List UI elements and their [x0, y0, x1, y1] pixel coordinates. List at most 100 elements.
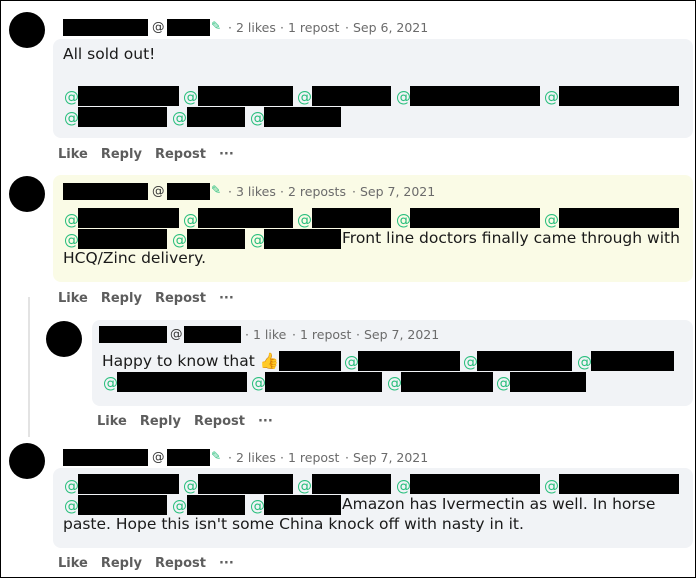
more-options-button[interactable]: ··· — [258, 414, 273, 429]
like-button[interactable]: Like — [58, 291, 88, 306]
mention-at[interactable]: @ — [396, 477, 411, 495]
mention-at[interactable]: @ — [64, 497, 79, 515]
comment-text: Front line doctors finally came through … — [342, 229, 680, 247]
mention-at[interactable]: @ — [396, 211, 411, 229]
repost-button[interactable]: Repost — [155, 556, 206, 571]
redacted-mention — [187, 229, 245, 249]
comment-text: Amazon has Ivermectin as well. In horse — [342, 495, 656, 513]
mention-at[interactable]: @ — [544, 477, 559, 495]
redacted-mention — [78, 229, 167, 249]
mention-at[interactable]: @ — [183, 477, 198, 495]
mention-at[interactable]: @ — [172, 497, 187, 515]
reply-button[interactable]: Reply — [101, 291, 142, 306]
mention-at[interactable]: @ — [344, 353, 359, 371]
mention-at[interactable]: @ — [172, 231, 187, 249]
repost-button[interactable]: Repost — [155, 291, 206, 306]
more-options-button[interactable]: ··· — [219, 556, 234, 571]
pin-icon: ✎ — [211, 19, 222, 33]
redacted-mention — [78, 495, 167, 515]
more-options-button[interactable]: ··· — [219, 291, 234, 306]
redacted-mention — [312, 86, 391, 106]
pin-icon: ✎ — [211, 449, 222, 463]
redacted-mention — [591, 351, 674, 371]
redacted-mention — [198, 208, 293, 228]
reposts-count[interactable]: · 1 repost — [292, 327, 351, 342]
redacted-mention — [559, 474, 679, 494]
repost-button[interactable]: Repost — [155, 147, 206, 162]
likes-count[interactable]: · 3 likes — [228, 184, 276, 199]
reposts-count[interactable]: · 1 repost — [280, 20, 339, 35]
more-options-button[interactable]: ··· — [219, 147, 234, 162]
redacted-mention — [187, 495, 245, 515]
reply-button[interactable]: Reply — [101, 556, 142, 571]
mention-at[interactable]: @ — [297, 211, 312, 229]
redacted-mention — [312, 474, 391, 494]
handle-at: @ — [152, 449, 165, 464]
comment-actions: Like Reply Repost ··· — [97, 414, 286, 429]
avatar[interactable] — [9, 443, 45, 479]
redacted-mention — [312, 208, 391, 228]
mention-at[interactable]: @ — [297, 88, 312, 106]
likes-count[interactable]: · 2 likes — [228, 450, 276, 465]
mention-at[interactable]: @ — [544, 211, 559, 229]
mention-at[interactable]: @ — [463, 353, 478, 371]
redacted-handle — [184, 326, 241, 343]
comment-date: · Sep 7, 2021 — [356, 327, 440, 342]
comment-bubble: @ @ @ @ @ @ @ @ Amazon has Ivermectin as… — [53, 468, 693, 548]
reposts-count[interactable]: · 2 reposts — [280, 184, 346, 199]
avatar[interactable] — [9, 12, 45, 48]
mention-at[interactable]: @ — [103, 374, 118, 392]
like-button[interactable]: Like — [58, 147, 88, 162]
redacted-mention — [264, 107, 341, 127]
mention-at[interactable]: @ — [183, 211, 198, 229]
thread-line — [28, 297, 30, 437]
redacted-mention — [510, 372, 586, 392]
mention-at[interactable]: @ — [64, 231, 79, 249]
like-button[interactable]: Like — [97, 414, 127, 429]
mention-at[interactable]: @ — [577, 353, 592, 371]
redacted-mention — [477, 351, 572, 371]
redacted-mention — [410, 86, 540, 106]
comment-date: · Sep 7, 2021 — [345, 450, 429, 465]
mention-at[interactable]: @ — [64, 211, 79, 229]
handle-at: @ — [152, 19, 165, 34]
mention-at[interactable]: @ — [172, 109, 187, 127]
mention-at[interactable]: @ — [64, 477, 79, 495]
mention-at[interactable]: @ — [396, 88, 411, 106]
redacted-mention — [78, 474, 179, 494]
mention-at[interactable]: @ — [64, 109, 79, 127]
mention-at[interactable]: @ — [250, 231, 265, 249]
mention-at[interactable]: @ — [387, 374, 402, 392]
mention-at[interactable]: @ — [183, 88, 198, 106]
reply-button[interactable]: Reply — [140, 414, 181, 429]
mention-at[interactable]: @ — [250, 109, 265, 127]
comment-bubble: @ ✎ · 3 likes · 2 reposts · Sep 7, 2021 … — [53, 175, 693, 282]
redacted-handle — [167, 183, 210, 200]
redacted-mention — [264, 229, 341, 249]
mention-at[interactable]: @ — [496, 374, 511, 392]
mention-at[interactable]: @ — [250, 497, 265, 515]
reposts-count[interactable]: · 1 repost — [280, 450, 339, 465]
handle-at: @ — [152, 183, 165, 198]
repost-button[interactable]: Repost — [194, 414, 245, 429]
redacted-mention — [187, 107, 245, 127]
mention-at[interactable]: @ — [64, 88, 79, 106]
redacted-username — [63, 449, 148, 466]
redacted-mention — [198, 86, 293, 106]
like-button[interactable]: Like — [58, 556, 88, 571]
comment-thread: @ ✎ · 2 likes · 1 repost · Sep 6, 2021 A… — [0, 0, 696, 578]
redacted-mention — [559, 86, 679, 106]
avatar[interactable] — [9, 176, 45, 212]
comment-bubble: All sold out! @ @ @ @ @ @ @ @ — [53, 39, 693, 138]
mention-at[interactable]: @ — [544, 88, 559, 106]
mention-at[interactable]: @ — [297, 477, 312, 495]
mention-at[interactable]: @ — [251, 374, 266, 392]
redacted-mention — [559, 208, 679, 228]
likes-count[interactable]: · 2 likes — [228, 20, 276, 35]
comment-text: paste. Hope this isn't some China knock … — [63, 515, 524, 533]
comment-bubble: @ · 1 like · 1 repost · Sep 7, 2021 Happ… — [92, 320, 693, 406]
likes-count[interactable]: · 1 like — [245, 327, 286, 342]
reply-button[interactable]: Reply — [101, 147, 142, 162]
comment-text: HCQ/Zinc delivery. — [63, 249, 207, 267]
avatar[interactable] — [46, 321, 82, 357]
